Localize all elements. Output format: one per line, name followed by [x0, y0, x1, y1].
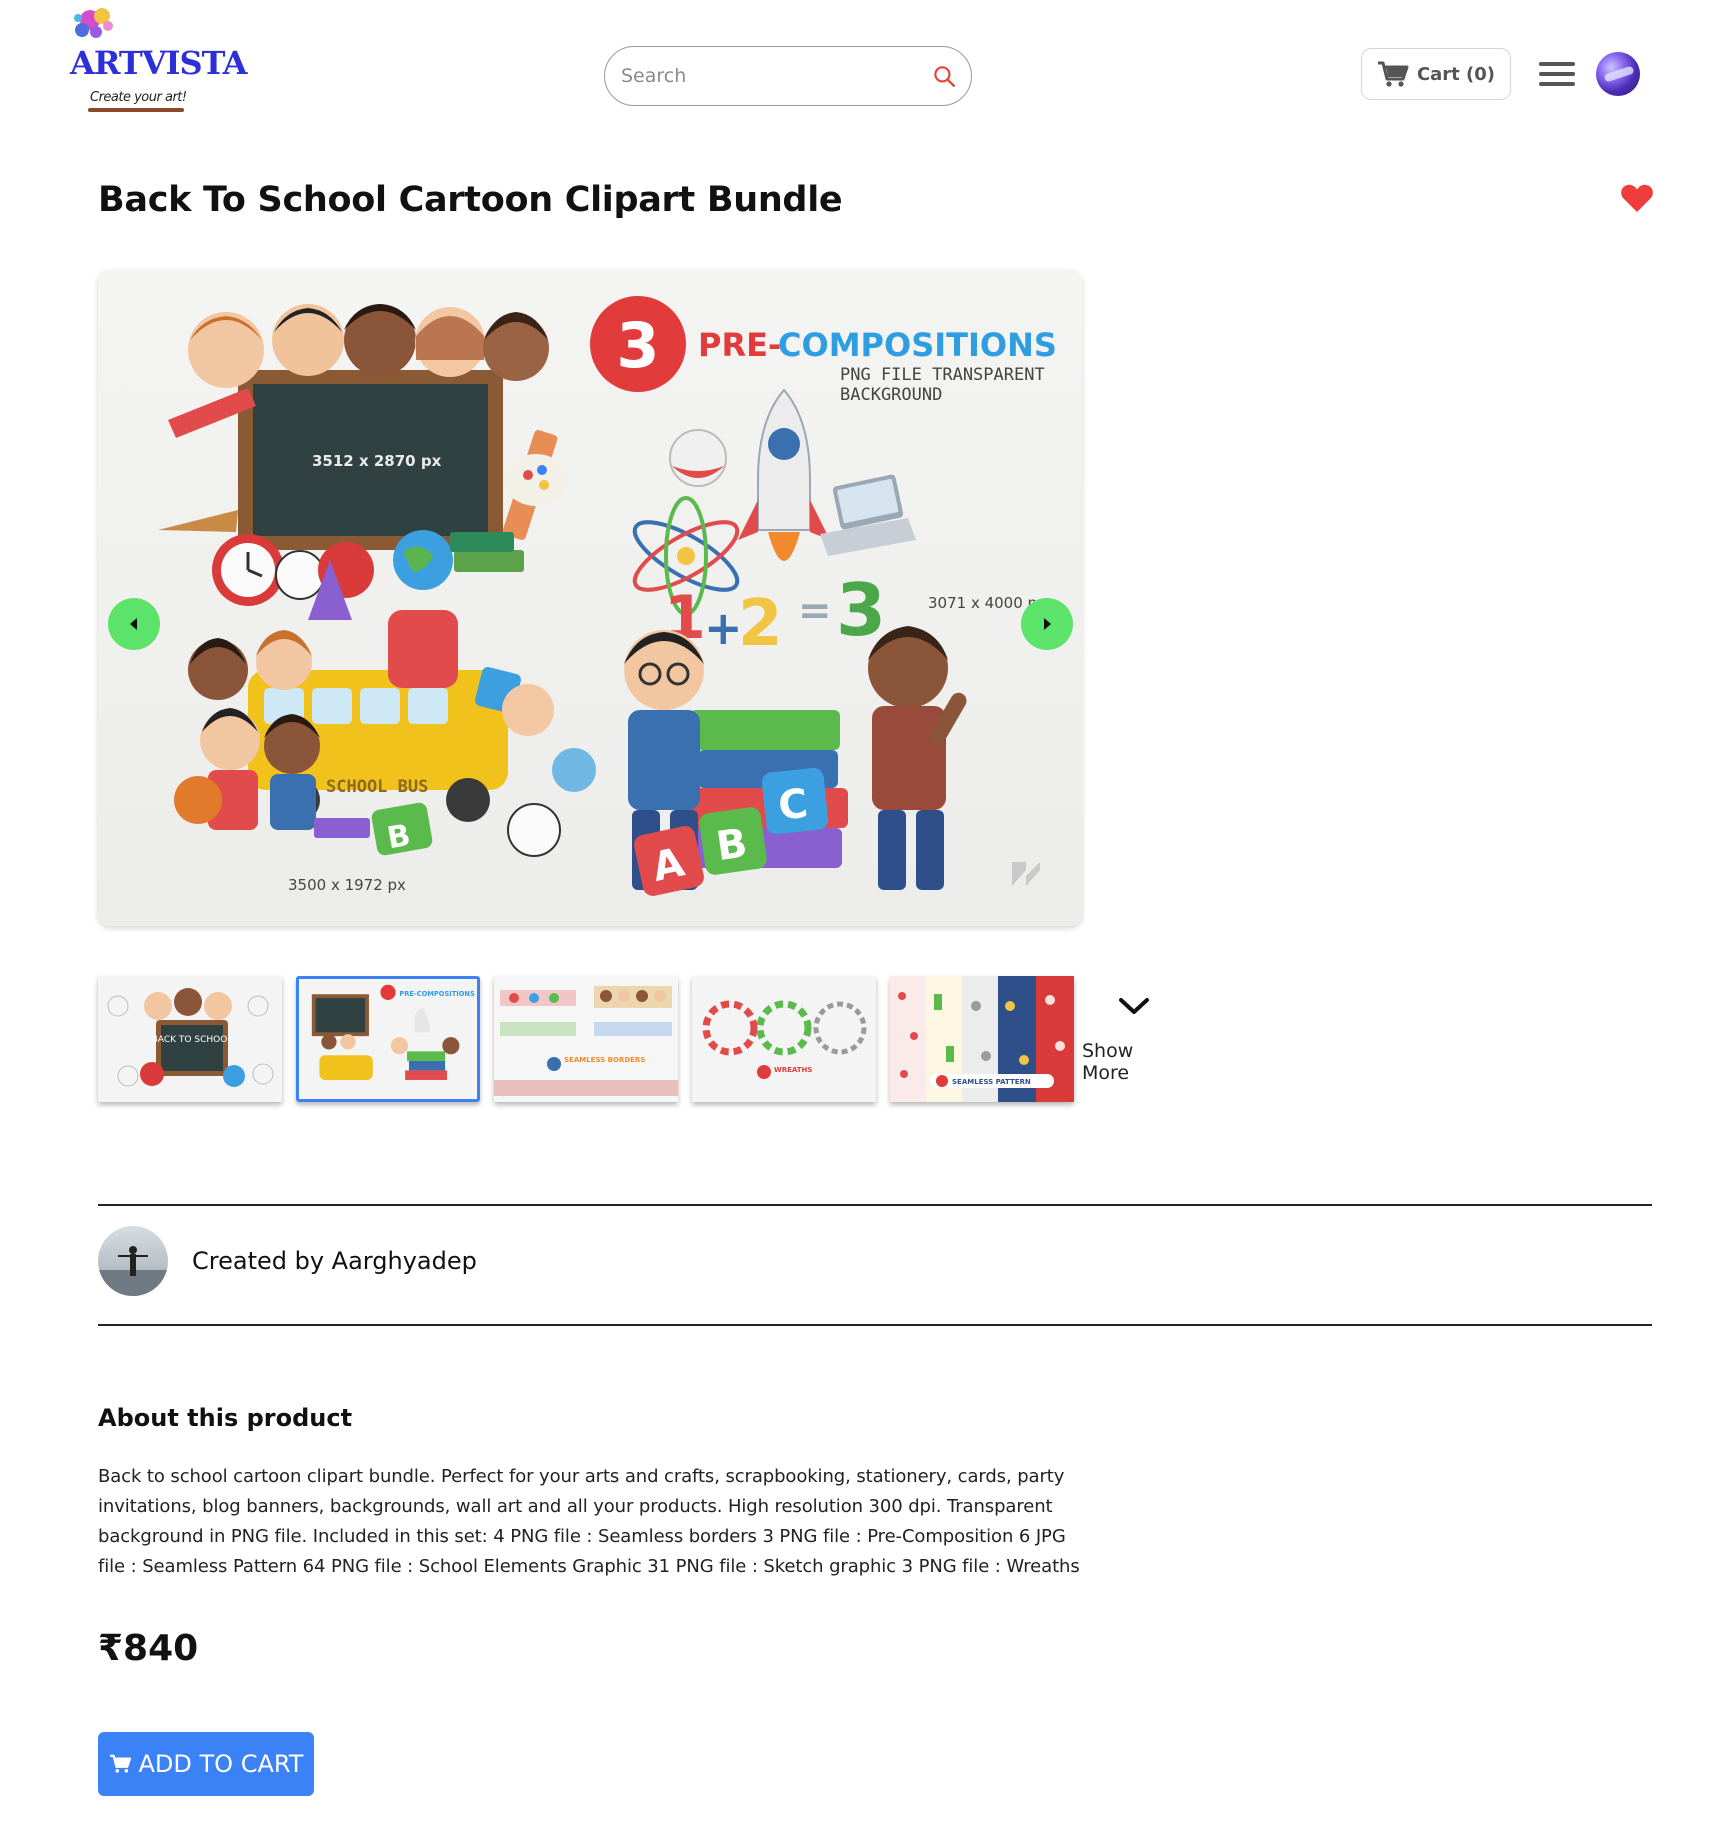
- search-input[interactable]: [621, 65, 931, 87]
- product-title: Back To School Cartoon Clipart Bundle: [98, 180, 843, 220]
- headline-word-2: COMPOSITIONS: [778, 326, 1057, 364]
- thumbnail-image: WREATHS: [692, 976, 876, 1102]
- svg-text:2: 2: [738, 587, 783, 661]
- watermark-icon: [1012, 862, 1040, 886]
- bus-label: SCHOOL BUS: [326, 777, 428, 797]
- heart-icon[interactable]: [1620, 182, 1654, 214]
- carousel-next-button[interactable]: [1021, 598, 1073, 650]
- divider-top: [98, 1204, 1652, 1206]
- creator-name[interactable]: Created by Aarghyadep: [192, 1247, 477, 1275]
- product-main-image: SCHOOL BUS B 3 PRE- COMPOSITIONS PNG FIL…: [98, 270, 1082, 926]
- svg-text:B: B: [714, 820, 751, 870]
- hamburger-menu-icon[interactable]: [1539, 60, 1575, 88]
- thumbnail-image: PRE-COMPOSITIONS: [300, 979, 476, 1099]
- thumb-caption: WREATHS: [774, 1066, 812, 1074]
- product-description: Back to school cartoon clipart bundle. P…: [98, 1466, 1080, 1577]
- add-to-cart-label: ADD TO CART: [138, 1750, 304, 1778]
- thumbnail-wreaths[interactable]: WREATHS: [692, 976, 876, 1102]
- thumbnail-seamless-borders[interactable]: SEAMLESS BORDERS: [494, 976, 678, 1102]
- cart-button[interactable]: Cart (0): [1361, 48, 1511, 100]
- headline-subline-2: BACKGROUND: [840, 385, 942, 405]
- headline-number: 3: [616, 309, 659, 382]
- label-bottom-size: 3500 x 1972 px: [288, 876, 406, 894]
- brand-tagline: Create your art!: [90, 90, 187, 105]
- thumb-caption: SEAMLESS BORDERS: [564, 1056, 645, 1064]
- chevron-down-icon: [1119, 998, 1149, 1014]
- chevron-right-icon: [1044, 618, 1051, 630]
- label-board-size: 3512 x 2870 px: [312, 452, 442, 470]
- cart-icon: [109, 1754, 131, 1773]
- creator-photo: [98, 1246, 168, 1296]
- about-heading: About this product: [98, 1404, 353, 1432]
- brand-name: ARTVISTA: [70, 44, 247, 82]
- thumbnail-back-to-school[interactable]: BACK TO SCHOOL: [98, 976, 282, 1102]
- svg-text:3: 3: [836, 568, 886, 652]
- paint-splash-icon: [74, 8, 113, 38]
- divider-bottom: [98, 1324, 1652, 1326]
- cart-icon: [1377, 61, 1409, 87]
- thumbnail-seamless-pattern[interactable]: SEAMLESS PATTERN: [890, 976, 1074, 1102]
- thumb-caption: SEAMLESS PATTERN: [952, 1078, 1031, 1086]
- thumbnail-image: SEAMLESS PATTERN: [890, 976, 1074, 1102]
- carousel-prev-button[interactable]: [108, 598, 160, 650]
- headline-subline-1: PNG FILE TRANSPARENT: [840, 365, 1045, 385]
- svg-text:=: =: [798, 588, 832, 634]
- show-more-button[interactable]: Show More: [1082, 996, 1186, 1092]
- svg-text:+: +: [704, 601, 743, 655]
- brand-logo[interactable]: ARTVISTA Create your art!: [68, 6, 247, 114]
- thumbnail-pre-compositions[interactable]: PRE-COMPOSITIONS: [296, 976, 480, 1102]
- cart-label: Cart (0): [1416, 63, 1496, 85]
- creator-avatar[interactable]: [98, 1226, 168, 1296]
- headline-word-1: PRE-: [698, 326, 781, 364]
- thumb-caption: BACK TO SCHOOL: [152, 1035, 233, 1045]
- thumbnail-image: SEAMLESS BORDERS: [494, 976, 678, 1102]
- pre-compositions-artwork: SCHOOL BUS B 3 PRE- COMPOSITIONS PNG FIL…: [158, 296, 1057, 896]
- add-to-cart-button[interactable]: ADD TO CART: [98, 1732, 314, 1796]
- show-more-label: Show More: [1082, 1040, 1134, 1084]
- search-bar: [604, 46, 972, 106]
- thumb-caption: PRE-COMPOSITIONS: [399, 990, 475, 998]
- user-avatar[interactable]: [1596, 52, 1640, 96]
- search-icon[interactable]: [931, 63, 957, 89]
- chevron-left-icon: [130, 618, 137, 630]
- brush-stroke: [88, 108, 184, 112]
- svg-text:C: C: [776, 781, 810, 830]
- product-price: ₹840: [98, 1628, 199, 1669]
- thumbnail-image: BACK TO SCHOOL: [98, 976, 282, 1102]
